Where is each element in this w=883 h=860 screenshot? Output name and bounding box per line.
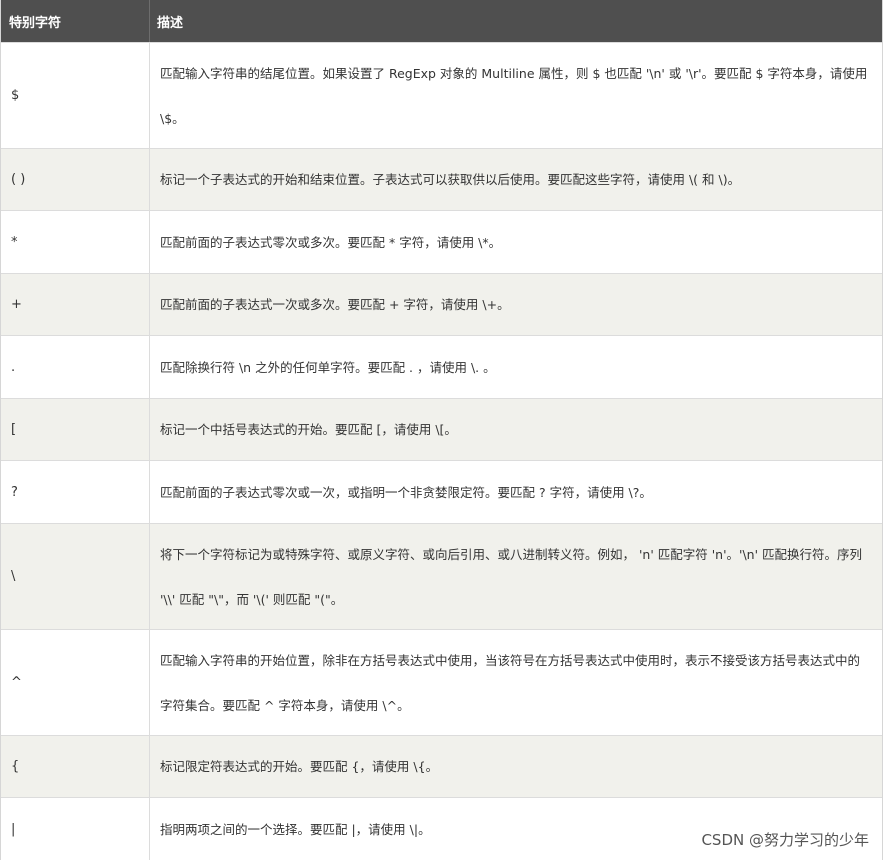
- table-row: ? 匹配前面的子表达式零次或一次，或指明一个非贪婪限定符。要匹配 ? 字符，请使…: [1, 460, 882, 523]
- cell-desc: 匹配前面的子表达式零次或一次，或指明一个非贪婪限定符。要匹配 ? 字符，请使用 …: [160, 484, 652, 500]
- special-characters-table: 特别字符 描述 $ 匹配输入字符串的结尾位置。如果设置了 RegExp 对象的 …: [0, 0, 883, 860]
- header-desc: 描述: [157, 15, 184, 31]
- cell-char: \: [1, 524, 150, 629]
- cell-char: .: [1, 336, 150, 398]
- csdn-watermark: CSDN @努力学习的少年: [701, 831, 869, 849]
- table-row: * 匹配前面的子表达式零次或多次。要匹配 * 字符，请使用 \*。: [1, 210, 882, 273]
- table-row: + 匹配前面的子表达式一次或多次。要匹配 + 字符，请使用 \+。: [1, 273, 882, 335]
- header-char: 特别字符: [1, 0, 150, 42]
- cell-desc: 匹配前面的子表达式零次或多次。要匹配 * 字符，请使用 \*。: [160, 234, 502, 250]
- cell-char: {: [1, 736, 150, 797]
- cell-char: *: [1, 211, 150, 273]
- table-row: [ 标记一个中括号表达式的开始。要匹配 [，请使用 \[。: [1, 398, 882, 460]
- cell-desc: 匹配输入字符串的开始位置，除非在方括号表达式中使用，当该符号在方括号表达式中使用…: [160, 652, 861, 713]
- cell-char: [: [1, 399, 150, 460]
- table-row: . 匹配除换行符 \n 之外的任何单字符。要匹配 . ，请使用 \. 。: [1, 335, 882, 398]
- cell-desc: 标记限定符表达式的开始。要匹配 {，请使用 \{。: [160, 759, 439, 774]
- cell-char: +: [1, 274, 150, 335]
- cell-char: ( ): [1, 149, 150, 210]
- cell-char: ^: [1, 630, 150, 735]
- cell-desc: 匹配除换行符 \n 之外的任何单字符。要匹配 . ，请使用 \. 。: [160, 359, 496, 375]
- cell-desc: 将下一个字符标记为或特殊字符、或原义字符、或向后引用、或八进制转义符。例如， '…: [160, 546, 862, 607]
- cell-desc: 标记一个中括号表达式的开始。要匹配 [，请使用 \[。: [160, 422, 457, 437]
- cell-char: ?: [1, 461, 150, 523]
- cell-char: $: [1, 43, 150, 148]
- table-row: \ 将下一个字符标记为或特殊字符、或原义字符、或向后引用、或八进制转义符。例如，…: [1, 523, 882, 629]
- table-row: ^ 匹配输入字符串的开始位置，除非在方括号表达式中使用，当该符号在方括号表达式中…: [1, 629, 882, 735]
- cell-desc: 标记一个子表达式的开始和结束位置。子表达式可以获取供以后使用。要匹配这些字符，请…: [160, 172, 741, 187]
- table-row: $ 匹配输入字符串的结尾位置。如果设置了 RegExp 对象的 Multilin…: [1, 42, 882, 148]
- cell-desc: 匹配前面的子表达式一次或多次。要匹配 + 字符，请使用 \+。: [160, 297, 510, 312]
- cell-char: |: [1, 798, 150, 860]
- table-row: ( ) 标记一个子表达式的开始和结束位置。子表达式可以获取供以后使用。要匹配这些…: [1, 148, 882, 210]
- table-header: 特别字符 描述: [1, 0, 882, 42]
- cell-desc: 匹配输入字符串的结尾位置。如果设置了 RegExp 对象的 Multiline …: [160, 65, 868, 126]
- table-row: { 标记限定符表达式的开始。要匹配 {，请使用 \{。: [1, 735, 882, 797]
